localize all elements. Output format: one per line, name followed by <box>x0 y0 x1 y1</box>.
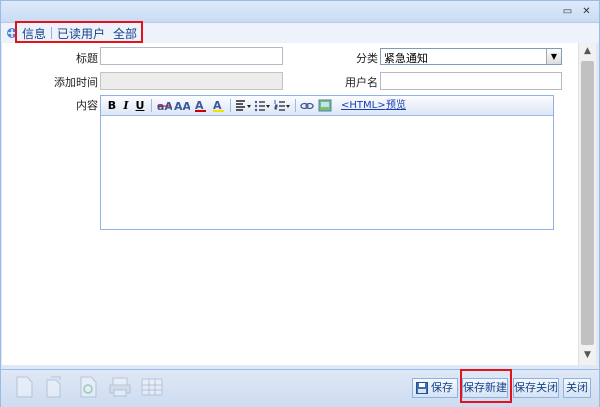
new-document-icon <box>16 376 33 398</box>
link-icon[interactable] <box>300 98 314 113</box>
restore-icon[interactable]: ▭ <box>561 6 574 18</box>
font-size-icon[interactable]: AA <box>174 98 190 113</box>
tabs-highlight-box <box>15 21 143 43</box>
save-button[interactable]: 保存 <box>412 378 458 398</box>
scroll-down-icon[interactable]: ▼ <box>579 347 596 363</box>
scroll-up-icon[interactable]: ▲ <box>579 43 596 59</box>
align-icon[interactable] <box>235 98 251 113</box>
added-time-field <box>100 72 283 90</box>
form-panel: 标题 分类 紧急通知 ▼ 添加时间 用户名 内容 B I U aA AA A A <box>2 43 578 365</box>
category-select[interactable]: 紧急通知 ▼ <box>380 48 562 65</box>
save-new-highlight-box <box>460 369 512 403</box>
font-color-icon[interactable]: A <box>194 98 208 113</box>
close-icon[interactable]: ✕ <box>580 6 593 18</box>
floppy-disk-icon <box>416 382 428 394</box>
chevron-down-icon[interactable]: ▼ <box>546 49 561 64</box>
rich-text-editor: B I U aA AA A A <HTML> 预览 <box>100 95 554 230</box>
scrollbar-thumb[interactable] <box>581 61 594 345</box>
toolbar-divider <box>151 99 152 112</box>
preview-link[interactable]: 预览 <box>385 98 407 113</box>
close-button[interactable]: 关闭 <box>563 378 591 398</box>
title-bar: ▭ ✕ <box>1 1 599 23</box>
bulleted-list-icon[interactable] <box>254 98 270 113</box>
svg-text:AA: AA <box>174 100 190 113</box>
toolbar-divider <box>295 99 296 112</box>
username-label: 用户名 <box>345 76 378 89</box>
username-input[interactable] <box>380 72 562 90</box>
html-source-link[interactable]: <HTML> <box>341 98 386 113</box>
strikethrough-icon[interactable]: aA <box>156 98 172 113</box>
bold-button[interactable]: B <box>106 98 118 113</box>
vertical-scrollbar[interactable]: ▲ ▼ <box>578 43 596 365</box>
underline-button[interactable]: U <box>134 98 146 113</box>
copy-document-icon <box>46 376 61 398</box>
category-select-value: 紧急通知 <box>384 52 428 65</box>
save-close-button[interactable]: 保存关闭 <box>513 378 559 398</box>
added-time-label: 添加时间 <box>54 76 98 89</box>
toolbar-divider <box>230 99 231 112</box>
highlight-color-icon[interactable]: A <box>212 98 226 113</box>
layout-icon <box>141 378 163 396</box>
title-input[interactable] <box>100 47 283 65</box>
image-icon[interactable] <box>318 98 332 113</box>
title-label: 标题 <box>76 52 98 65</box>
italic-button[interactable]: I <box>120 98 132 113</box>
editor-toolbar: B I U aA AA A A <HTML> 预览 <box>101 96 553 116</box>
numbered-list-icon[interactable] <box>274 98 290 113</box>
refresh-document-icon <box>80 376 97 398</box>
print-icon <box>109 377 131 397</box>
editor-body[interactable] <box>101 117 553 229</box>
category-label: 分类 <box>356 52 378 65</box>
content-label: 内容 <box>76 99 98 112</box>
dialog-window: ▭ ✕ 信息 已读用户 全部 标题 分类 紧急通知 ▼ 添加时间 用户名 内容 <box>0 0 600 407</box>
